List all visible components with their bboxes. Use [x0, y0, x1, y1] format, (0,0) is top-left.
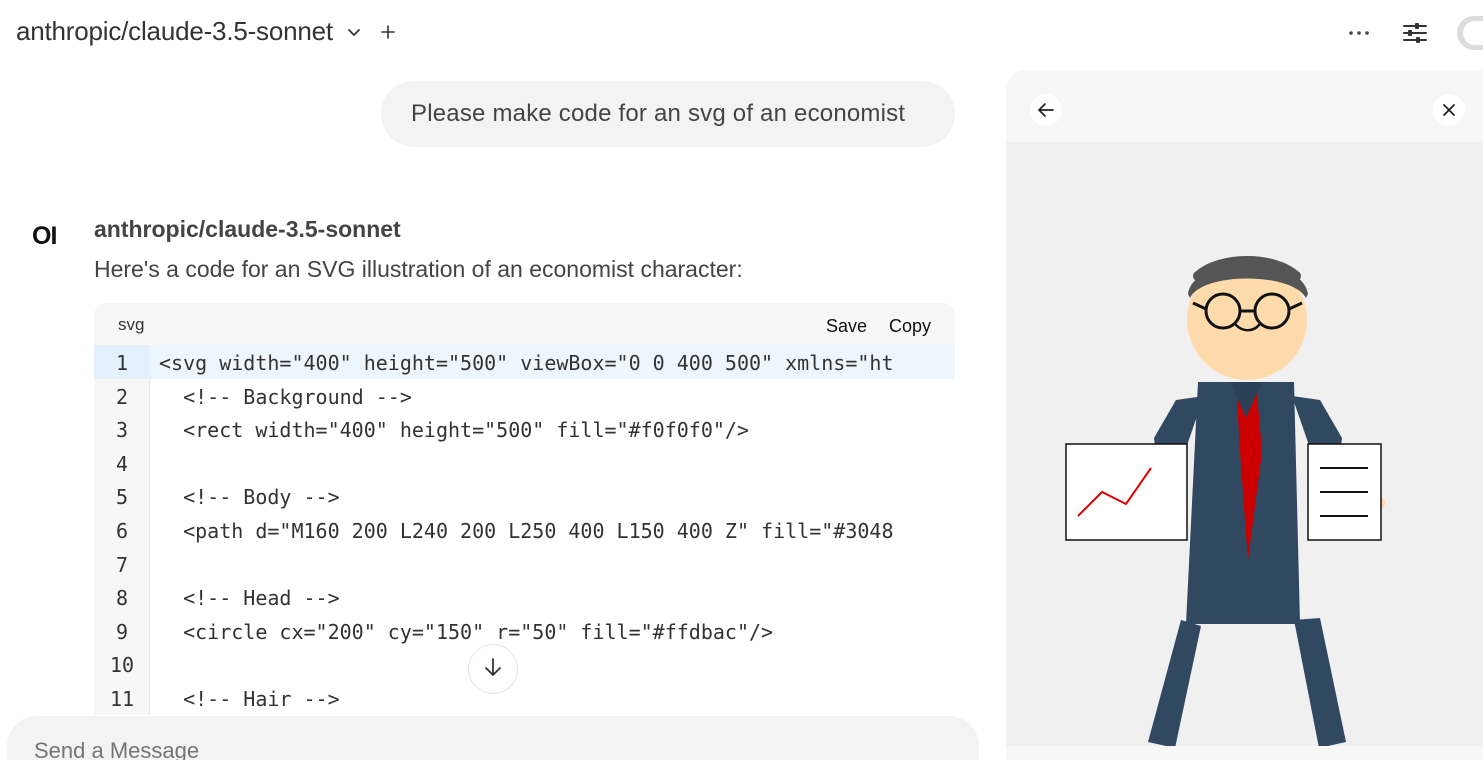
- line-number: 4: [115, 451, 129, 476]
- chart-paper: [1065, 443, 1188, 541]
- assistant-logo: OI: [32, 222, 57, 250]
- code-text: <!-- Hair -->: [159, 687, 340, 711]
- code-line[interactable]: 8 <!-- Head -->: [94, 580, 955, 614]
- code-text: <rect width="400" height="500" fill="#f0…: [159, 418, 750, 443]
- assistant-name: anthropic/claude-3.5-sonnet: [94, 216, 401, 242]
- line-number: 9: [115, 619, 129, 644]
- code-line[interactable]: 11 <!-- Hair -->: [94, 681, 955, 715]
- scroll-down-button[interactable]: [468, 644, 518, 694]
- code-line[interactable]: 6 <path d="M160 200 L240 200 L250 400 L1…: [94, 513, 955, 547]
- line-number: 2: [115, 384, 129, 409]
- close-button[interactable]: [1433, 94, 1465, 126]
- code-text: <circle cx="200" cy="150" r="50" fill="#…: [159, 619, 774, 644]
- code-line[interactable]: 3 <rect width="400" height="500" fill="#…: [94, 412, 955, 446]
- plus-icon[interactable]: [379, 23, 397, 41]
- svg-preview: [1006, 142, 1483, 748]
- line-number: 7: [115, 552, 129, 577]
- line-number: 1: [94, 345, 150, 379]
- back-button[interactable]: [1030, 94, 1062, 126]
- code-text: <path d="M160 200 L240 200 L250 400 L150…: [159, 519, 894, 543]
- line-number: 8: [115, 586, 129, 611]
- line-number: 10: [109, 653, 135, 678]
- code-text: <!-- Body -->: [159, 485, 340, 510]
- code-line[interactable]: 1 <svg width="400" height="500" viewBox="…: [94, 345, 955, 379]
- chevron-down-icon[interactable]: [345, 23, 363, 41]
- left-leg: [1148, 620, 1201, 748]
- artifact-header: [1006, 70, 1483, 142]
- line-number: 6: [115, 519, 129, 543]
- code-editor[interactable]: 1 <svg width="400" height="500" viewBox="…: [94, 345, 955, 715]
- line-number: 3: [115, 418, 129, 443]
- model-name[interactable]: anthropic/claude-3.5-sonnet: [16, 16, 333, 47]
- code-text: <svg width="400" height="500" viewBox="0…: [159, 351, 894, 375]
- economist-illustration: [1065, 256, 1385, 748]
- avatar[interactable]: [1457, 16, 1483, 50]
- user-message: Please make code for an svg of an econom…: [381, 81, 955, 147]
- message-input[interactable]: [34, 738, 634, 760]
- code-text: <!-- Head -->: [159, 586, 340, 611]
- top-bar: anthropic/claude-3.5-sonnet: [0, 0, 1483, 66]
- code-header: svg Save Copy: [94, 303, 955, 345]
- top-fade: [0, 66, 1000, 78]
- code-text: <!-- Background -->: [159, 384, 412, 409]
- arrow-down-icon: [482, 656, 504, 683]
- line-number: 11: [109, 687, 135, 711]
- code-block: svg Save Copy 1 <svg width="400" height="…: [94, 303, 955, 715]
- save-button[interactable]: Save: [826, 316, 867, 337]
- code-line[interactable]: 4: [94, 446, 955, 480]
- more-horizontal-icon[interactable]: [1345, 19, 1373, 47]
- code-line[interactable]: 2 <!-- Background -->: [94, 379, 955, 413]
- model-selector[interactable]: anthropic/claude-3.5-sonnet: [16, 16, 397, 47]
- right-leg: [1294, 618, 1346, 748]
- line-number: 5: [115, 485, 129, 510]
- message-composer: [7, 716, 979, 760]
- chat-area: Please make code for an svg of an econom…: [0, 66, 1000, 760]
- code-language: svg: [118, 315, 145, 334]
- arrow-left-icon: [1038, 103, 1054, 117]
- code-line[interactable]: 7: [94, 547, 955, 581]
- close-icon: [1443, 104, 1455, 116]
- artifact-panel: [1006, 70, 1483, 760]
- code-line[interactable]: 9 <circle cx="200" cy="150" r="50" fill=…: [94, 614, 955, 648]
- assistant-intro: Here's a code for an SVG illustration of…: [94, 256, 743, 282]
- copy-button[interactable]: Copy: [889, 316, 931, 337]
- code-line[interactable]: 5 <!-- Body -->: [94, 479, 955, 513]
- code-line[interactable]: 10: [94, 647, 955, 681]
- sliders-icon[interactable]: [1401, 19, 1429, 47]
